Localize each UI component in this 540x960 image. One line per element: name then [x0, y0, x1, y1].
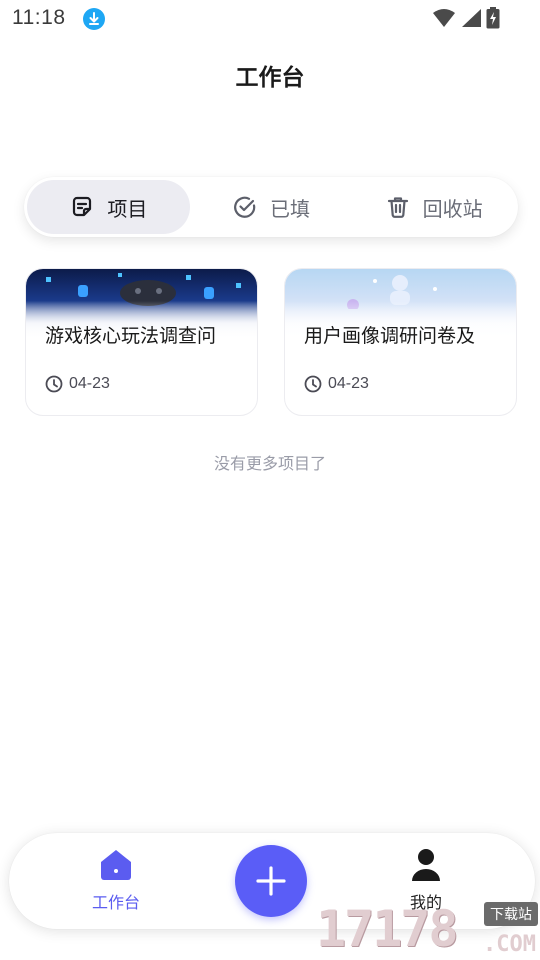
plus-icon — [256, 866, 286, 896]
project-date: 04-23 — [304, 375, 369, 393]
clock-icon — [304, 375, 322, 393]
note-icon — [73, 196, 92, 217]
trash-icon — [387, 197, 408, 218]
tab-projects-label: 项目 — [107, 196, 148, 221]
home-icon — [101, 850, 131, 880]
project-card[interactable]: 游戏核心玩法调查问 04-23 — [25, 268, 258, 416]
user-icon — [412, 849, 440, 881]
page-title: 工作台 — [235, 65, 305, 91]
project-card[interactable]: 用户画像调研问卷及 04-23 — [284, 268, 517, 416]
watermark-logo: 17178 下载站 .COM — [316, 898, 540, 960]
list-end-message: 没有更多项目了 — [213, 454, 326, 473]
check-circle-icon — [234, 196, 256, 218]
nav-workbench-label: 工作台 — [91, 893, 140, 912]
project-date-text: 04-23 — [328, 375, 369, 392]
watermark-number: 17178 — [316, 900, 459, 958]
battery-charging-icon — [486, 7, 500, 29]
project-title: 用户画像调研问卷及 — [304, 325, 476, 347]
nav-workbench[interactable]: 工作台 — [71, 847, 161, 913]
project-list: 游戏核心玩法调查问 04-23 用户画像调研问卷及 04-23 — [25, 268, 517, 416]
signal-icon — [462, 9, 481, 27]
tab-recycle-bin[interactable]: 回收站 — [352, 180, 515, 234]
status-icons — [432, 7, 500, 29]
tab-filled-label: 已填 — [270, 196, 310, 221]
status-time: 11:18 — [12, 6, 66, 29]
status-bar: 11:18 — [0, 0, 540, 38]
watermark-tag: 下载站 — [484, 902, 538, 926]
project-date-text: 04-23 — [69, 375, 110, 392]
clock-icon — [45, 375, 63, 393]
tab-projects[interactable]: 项目 — [27, 180, 190, 234]
download-icon — [83, 8, 105, 30]
watermark-suffix: .COM — [483, 932, 536, 957]
tab-filled[interactable]: 已填 — [190, 180, 353, 234]
wifi-icon — [433, 9, 455, 27]
project-title: 游戏核心玩法调查问 — [45, 325, 217, 347]
project-date: 04-23 — [45, 375, 110, 393]
tab-recycle-bin-label: 回收站 — [422, 196, 483, 221]
segmented-tabs: 项目 已填 回收站 — [24, 177, 518, 237]
add-project-button[interactable] — [235, 845, 307, 917]
